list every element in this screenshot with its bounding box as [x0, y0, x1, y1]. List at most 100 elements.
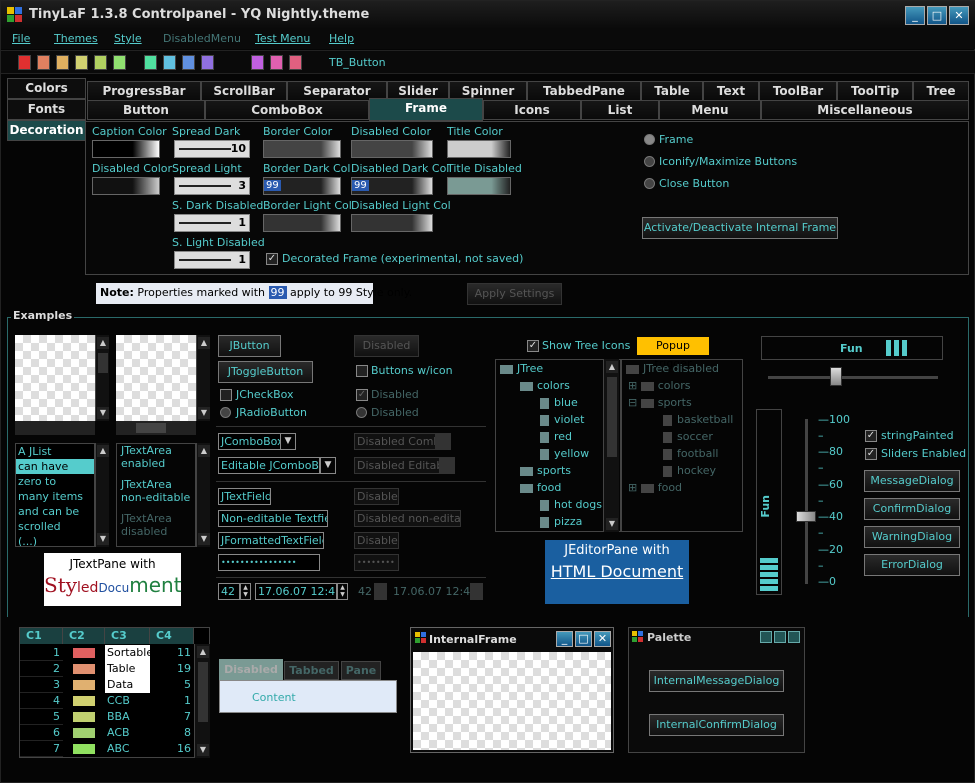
tree-node[interactable]: food	[520, 481, 561, 494]
tab-tooltip[interactable]: ToolTip	[837, 81, 913, 101]
color-swatch-button[interactable]	[201, 55, 214, 70]
table-cell[interactable]: 16	[150, 741, 194, 757]
s-dark-disabled-spinner[interactable]: 1	[174, 214, 250, 232]
tree-node[interactable]: yellow	[540, 447, 589, 460]
table-cell[interactable]: 7	[150, 709, 194, 725]
iconify-radio[interactable]	[644, 156, 655, 167]
date-spinner[interactable]: 17.06.07 12:47	[255, 583, 337, 600]
tab-icons[interactable]: Icons	[483, 100, 581, 120]
list-item-selected[interactable]: can have	[16, 459, 94, 474]
color-swatch-button[interactable]	[75, 55, 88, 70]
jradiobutton[interactable]	[220, 407, 231, 418]
tab-toolbar[interactable]: ToolBar	[759, 81, 837, 101]
textarea-scrollbar[interactable]: ▲ ▼	[196, 443, 210, 547]
internal-confirm-dialog-button[interactable]: InternalConfirmDialog	[649, 714, 784, 736]
spinner-arrows-icon[interactable]: ▲ ▼	[337, 583, 348, 600]
list-item[interactable]: zero to	[16, 474, 94, 489]
close-button[interactable]: ✕	[949, 6, 969, 25]
table-header[interactable]: C4	[150, 628, 194, 644]
table-cell[interactable]: ACB	[105, 725, 150, 741]
close-icon[interactable]	[788, 631, 800, 643]
color-swatch-button[interactable]	[113, 55, 126, 70]
caption-color-swatch[interactable]	[92, 140, 160, 158]
disabled-color-swatch[interactable]	[92, 177, 160, 195]
title-disabled-swatch[interactable]	[447, 177, 511, 195]
tree-node[interactable]: blue	[540, 396, 578, 409]
color-swatch-button[interactable]	[251, 55, 264, 70]
list-item[interactable]: and can be	[16, 504, 94, 519]
scrollbar-v1[interactable]: ▲ ▼	[95, 335, 109, 421]
jtable[interactable]: C1 C2 C3 C4 1 Sortable 11 2 Table 19 3 Data 5 4 CCB 1 5 B…	[19, 627, 210, 758]
table-color-cell[interactable]	[73, 680, 95, 690]
tab-progressbar[interactable]: ProgressBar	[87, 81, 201, 101]
table-cell[interactable]: Data	[105, 677, 150, 693]
title-bar[interactable]: TinyLaF 1.3.8 Controlpanel - YQ Nightly.…	[1, 1, 975, 29]
color-swatch-button[interactable]	[37, 55, 50, 70]
noneditable-textfield[interactable]: Non-editable Textfield	[218, 510, 328, 527]
maximize-icon[interactable]: □	[575, 631, 592, 647]
tree-node[interactable]: pizza	[540, 515, 582, 528]
list-item[interactable]: (...)	[16, 534, 94, 546]
list-item[interactable]: many items	[16, 489, 94, 504]
jtextpane[interactable]: JTextPane with StyledDocument	[44, 553, 182, 606]
jformattedtextfield[interactable]: JFormattedTextField	[218, 532, 324, 549]
table-cell[interactable]: 3	[20, 677, 63, 693]
textarea-enabled[interactable]: JTextArea enabled	[121, 444, 191, 470]
table-scrollbar[interactable]: ▲ ▼	[194, 644, 210, 758]
decorated-frame-checkbox[interactable]: ✓	[266, 253, 278, 265]
menu-themes[interactable]: Themes	[54, 32, 98, 45]
tab-table[interactable]: Table	[641, 81, 703, 101]
table-header[interactable]: C3	[105, 628, 150, 644]
spread-light-spinner[interactable]: 3	[174, 177, 250, 195]
table-cell[interactable]: 1	[20, 645, 63, 661]
table-cell[interactable]: 8	[150, 725, 194, 741]
minimize-button[interactable]: _	[905, 6, 925, 25]
jcheckbox[interactable]	[220, 389, 232, 401]
color-swatch-button[interactable]	[270, 55, 283, 70]
menu-test[interactable]: Test Menu	[255, 32, 310, 45]
minimize-icon[interactable]: _	[556, 631, 573, 647]
tree-node[interactable]: violet	[540, 413, 584, 426]
password-field[interactable]: ••••••••••••••••	[218, 554, 320, 571]
menu-style[interactable]: Style	[114, 32, 142, 45]
show-tree-icons-checkbox[interactable]: ✓	[527, 340, 539, 352]
scrollbar-h1[interactable]	[15, 421, 95, 435]
error-dialog-button[interactable]: ErrorDialog	[864, 554, 960, 576]
scroll-pane-1[interactable]	[15, 335, 95, 421]
spread-dark-spinner[interactable]: 10	[174, 140, 250, 158]
tree-scrollbar[interactable]: ▲ ▼	[603, 359, 619, 532]
jlist[interactable]: A JList can have zero to many items and …	[15, 443, 95, 547]
tab-menu[interactable]: Menu	[659, 100, 761, 120]
jcombobox[interactable]: JComboBox	[218, 433, 281, 450]
vertical-slider-track[interactable]	[805, 419, 808, 584]
jbutton[interactable]: JButton	[218, 335, 281, 357]
table-cell[interactable]: CCB	[105, 693, 150, 709]
tab-tree[interactable]: Tree	[913, 81, 969, 101]
disabled-light-swatch[interactable]	[351, 214, 433, 232]
table-color-cell[interactable]	[73, 664, 95, 674]
buttons-icon-checkbox[interactable]	[356, 365, 368, 377]
color-swatch-button[interactable]	[18, 55, 31, 70]
table-color-cell[interactable]	[73, 728, 95, 738]
table-cell[interactable]: 5	[150, 677, 194, 693]
table-cell[interactable]: 5	[20, 709, 63, 725]
tab-text[interactable]: Text	[703, 81, 759, 101]
tab-colors[interactable]: Colors	[7, 78, 86, 99]
tree-node[interactable]: hot dogs	[540, 498, 602, 511]
table-color-cell[interactable]	[73, 712, 95, 722]
tb-button[interactable]: TB_Button	[329, 56, 386, 69]
combo-arrow-icon[interactable]: ▼	[280, 433, 296, 450]
table-color-cell[interactable]	[73, 744, 95, 754]
jtogglebutton[interactable]: JToggleButton	[218, 361, 313, 383]
internal-frame[interactable]: InternalFrame _ □ ✕	[410, 627, 614, 753]
combo-arrow-icon[interactable]: ▼	[320, 457, 336, 474]
border-color-swatch[interactable]	[263, 140, 341, 158]
list-scrollbar[interactable]: ▲ ▼	[95, 443, 109, 547]
internal-message-dialog-button[interactable]: InternalMessageDialog	[649, 670, 784, 692]
table-cell[interactable]: ABC	[105, 741, 150, 757]
tab-tabbedpane[interactable]: TabbedPane	[527, 81, 641, 101]
list-item[interactable]: A JList	[16, 444, 94, 459]
table-header[interactable]: C1	[20, 628, 63, 644]
disabled-color2-swatch[interactable]	[351, 140, 433, 158]
title-color-swatch[interactable]	[447, 140, 511, 158]
